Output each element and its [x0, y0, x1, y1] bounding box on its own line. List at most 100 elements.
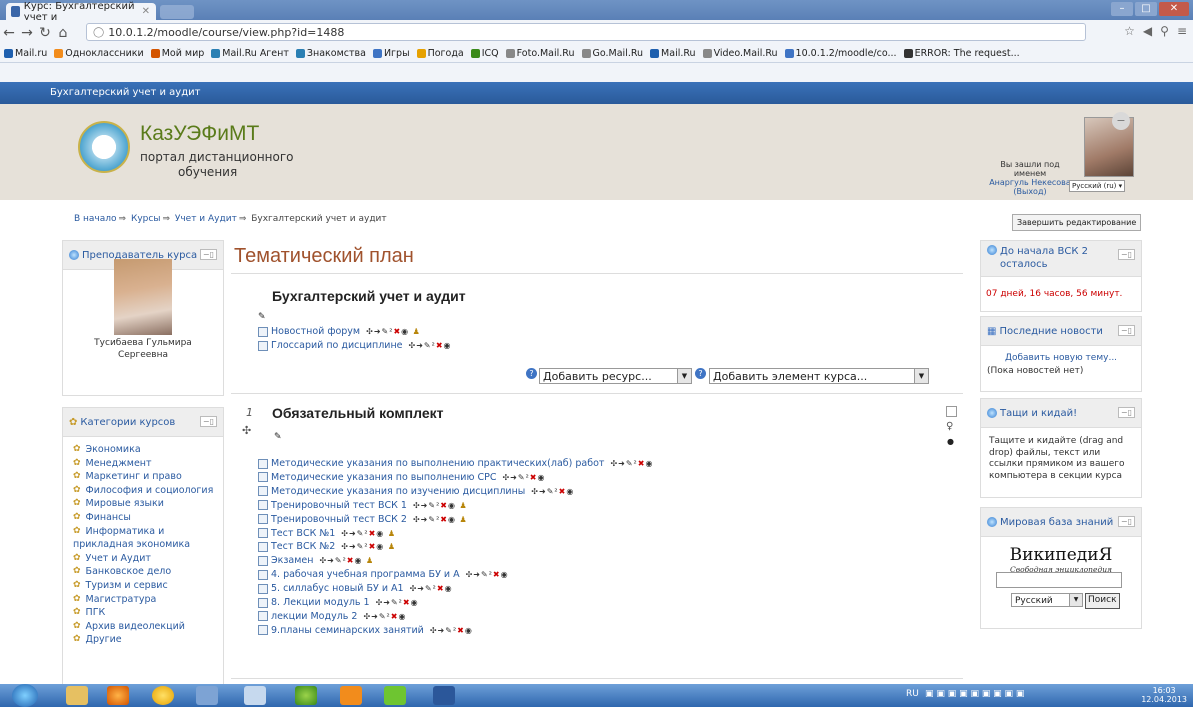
- edit-controls-icon[interactable]: ✣➜✎²✖◉: [502, 473, 545, 482]
- category-item[interactable]: ✿ Информатика и: [73, 525, 223, 539]
- block-toggle-icon[interactable]: −▯: [199, 249, 217, 260]
- bookmark-item[interactable]: ICQ: [470, 48, 499, 59]
- address-bar[interactable]: ◯ 10.0.1.2/moodle/course/view.php?id=148…: [86, 23, 1086, 41]
- breadcrumb-home[interactable]: В начало: [74, 214, 117, 224]
- edit-controls-icon[interactable]: ✣➜✎²✖◉: [410, 584, 453, 593]
- menu-icon[interactable]: ≡: [1177, 24, 1187, 38]
- resource-link[interactable]: лекции Модуль 2: [271, 611, 357, 622]
- resource-link[interactable]: Тренировочный тест ВСК 1: [271, 500, 407, 511]
- new-tab-button[interactable]: [160, 5, 194, 19]
- home-icon[interactable]: ⌂: [54, 25, 72, 41]
- logout-link[interactable]: (Выход): [984, 187, 1076, 196]
- help-icon[interactable]: ?: [526, 368, 537, 379]
- navbar-course-name[interactable]: Бухгалтерский учет и аудит: [50, 87, 200, 98]
- edit-summary-icon[interactable]: ✎: [258, 312, 266, 322]
- category-item[interactable]: ✿ Мировые языки: [73, 497, 223, 511]
- add-element-select[interactable]: Добавить элемент курса... ▼: [709, 368, 929, 384]
- resource-link[interactable]: Методические указания по выполнению СРС: [271, 472, 496, 483]
- bookmark-item[interactable]: Одноклассники: [54, 48, 144, 59]
- edit-controls-icon[interactable]: ✣➜✎²✖◉ ♟: [413, 515, 468, 524]
- zoom-icon[interactable]: ⚲: [1160, 24, 1169, 38]
- bookmark-item[interactable]: Video.Mail.Ru: [702, 48, 778, 59]
- resource-link[interactable]: Тест ВСК №1: [271, 528, 335, 539]
- edit-controls-icon[interactable]: ✣➜✎²✖◉: [531, 487, 574, 496]
- category-item[interactable]: ✿ Магистратура: [73, 593, 223, 607]
- section-select-icon[interactable]: [946, 406, 957, 417]
- breadcrumb-courses[interactable]: Курсы: [131, 214, 160, 224]
- category-item[interactable]: ✿ Другие: [73, 633, 223, 647]
- maximize-button[interactable]: □: [1135, 2, 1157, 16]
- edit-controls-icon[interactable]: ✣➜✎²✖◉: [363, 612, 406, 621]
- bookmark-item[interactable]: Погода: [416, 48, 464, 59]
- resource-link[interactable]: Методические указания по выполнению прак…: [271, 458, 604, 469]
- close-window-button[interactable]: ✕: [1159, 2, 1189, 16]
- user-name-link[interactable]: Анаргуль Некесова: [984, 178, 1076, 187]
- category-item[interactable]: ✿ Архив видеолекций: [73, 620, 223, 634]
- resource-link[interactable]: 8. Лекции модуль 1: [271, 597, 370, 608]
- lightbulb-icon[interactable]: ♀: [946, 421, 953, 432]
- move-section-icon[interactable]: ✣: [242, 424, 251, 437]
- edit-controls-icon[interactable]: ✣➜✎²✖◉ ♟: [341, 542, 396, 551]
- language-select[interactable]: Русский (ru) ▾: [1069, 180, 1126, 192]
- clock[interactable]: 16:03 12.04.2013: [1141, 686, 1187, 704]
- category-item[interactable]: ✿ Менеджмент: [73, 457, 223, 471]
- category-item[interactable]: ✿ Экономика: [73, 443, 223, 457]
- resource-link[interactable]: Новостной форум: [271, 326, 360, 337]
- category-item[interactable]: ✿ Банковское дело: [73, 565, 223, 579]
- category-item[interactable]: ✿ Философия и социология: [73, 484, 223, 498]
- tray-icons[interactable]: ▣ ▣ ▣ ▣ ▣ ▣ ▣ ▣ ▣: [925, 689, 1024, 699]
- resource-link[interactable]: 5. силлабус новый БУ и А1: [271, 583, 404, 594]
- bookmark-item[interactable]: Mail.Ru Агент: [211, 48, 289, 59]
- edit-controls-icon[interactable]: ✣➜✎²✖◉: [376, 598, 419, 607]
- avatar-close-icon[interactable]: −: [1112, 112, 1130, 130]
- block-toggle-icon[interactable]: −▯: [1117, 407, 1135, 418]
- bookmark-item[interactable]: Foto.Mail.Ru: [505, 48, 575, 59]
- resource-link[interactable]: 9.планы семинарских занятий: [271, 625, 424, 636]
- close-tab-icon[interactable]: ✕: [142, 6, 150, 17]
- star-icon[interactable]: ☆: [1124, 24, 1135, 38]
- add-news-link[interactable]: Добавить новую тему...: [981, 346, 1141, 363]
- resource-link[interactable]: Тренировочный тест ВСК 2: [271, 514, 407, 525]
- browser-tab[interactable]: Курс: Бухгалтерский учет и ✕: [6, 1, 156, 23]
- resource-link[interactable]: Глоссарий по дисциплине: [271, 340, 403, 351]
- category-item[interactable]: ✿ Финансы: [73, 511, 223, 525]
- edit-controls-icon[interactable]: ✣➜✎²✖◉: [430, 626, 473, 635]
- category-item[interactable]: ✿ Учет и Аудит: [73, 552, 223, 566]
- teacher-photo[interactable]: [114, 259, 172, 335]
- edit-controls-icon[interactable]: ✣➜✎²✖◉: [409, 341, 452, 350]
- resource-link[interactable]: 4. рабочая учебная программа БУ и А: [271, 569, 460, 580]
- firefox-icon[interactable]: [107, 686, 129, 705]
- bookmark-item[interactable]: Знакомства: [295, 48, 366, 59]
- bookmark-item[interactable]: ERROR: The request...: [903, 48, 1020, 59]
- logo-title[interactable]: КазУЭФиМТ: [140, 122, 259, 146]
- category-item[interactable]: прикладная экономика: [73, 538, 223, 552]
- wiki-lang-select[interactable]: Русский ▼: [1011, 593, 1083, 607]
- edit-controls-icon[interactable]: ✣➜✎²✖◉ ♟: [319, 556, 374, 565]
- reload-icon[interactable]: ↻: [36, 25, 54, 41]
- app-icon[interactable]: [152, 686, 174, 705]
- bookmark-item[interactable]: Мой мир: [150, 48, 204, 59]
- breadcrumb-category[interactable]: Учет и Аудит: [175, 214, 237, 224]
- block-toggle-icon[interactable]: −▯: [199, 416, 217, 427]
- wiki-search-input[interactable]: [996, 572, 1122, 588]
- category-item[interactable]: ✿ Туризм и сервис: [73, 579, 223, 593]
- edit-summary-icon[interactable]: ✎: [274, 432, 282, 442]
- finish-editing-button[interactable]: Завершить редактирование: [1012, 214, 1142, 231]
- block-toggle-icon[interactable]: −▯: [1117, 516, 1135, 527]
- resource-link[interactable]: Тест ВСК №2: [271, 541, 335, 552]
- calendar-icon[interactable]: [196, 686, 218, 705]
- word-icon[interactable]: [433, 686, 455, 705]
- bookmark-item[interactable]: Mail.ru: [4, 48, 47, 59]
- add-resource-select[interactable]: Добавить ресурс... ▼: [539, 368, 692, 384]
- resource-link[interactable]: Экзамен: [271, 555, 313, 566]
- start-button[interactable]: [12, 684, 38, 707]
- chrome-icon[interactable]: [295, 686, 317, 705]
- category-item[interactable]: ✿ ПГК: [73, 606, 223, 620]
- tray-language[interactable]: RU: [906, 689, 919, 699]
- category-item[interactable]: ✿ Маркетинг и право: [73, 470, 223, 484]
- edit-controls-icon[interactable]: ✣➜✎²✖◉ ♟: [413, 501, 468, 510]
- wiki-search-button[interactable]: Поиск: [1085, 593, 1120, 609]
- icq-icon[interactable]: [384, 686, 406, 705]
- media-icon[interactable]: [244, 686, 266, 705]
- eye-icon[interactable]: ●: [947, 437, 954, 446]
